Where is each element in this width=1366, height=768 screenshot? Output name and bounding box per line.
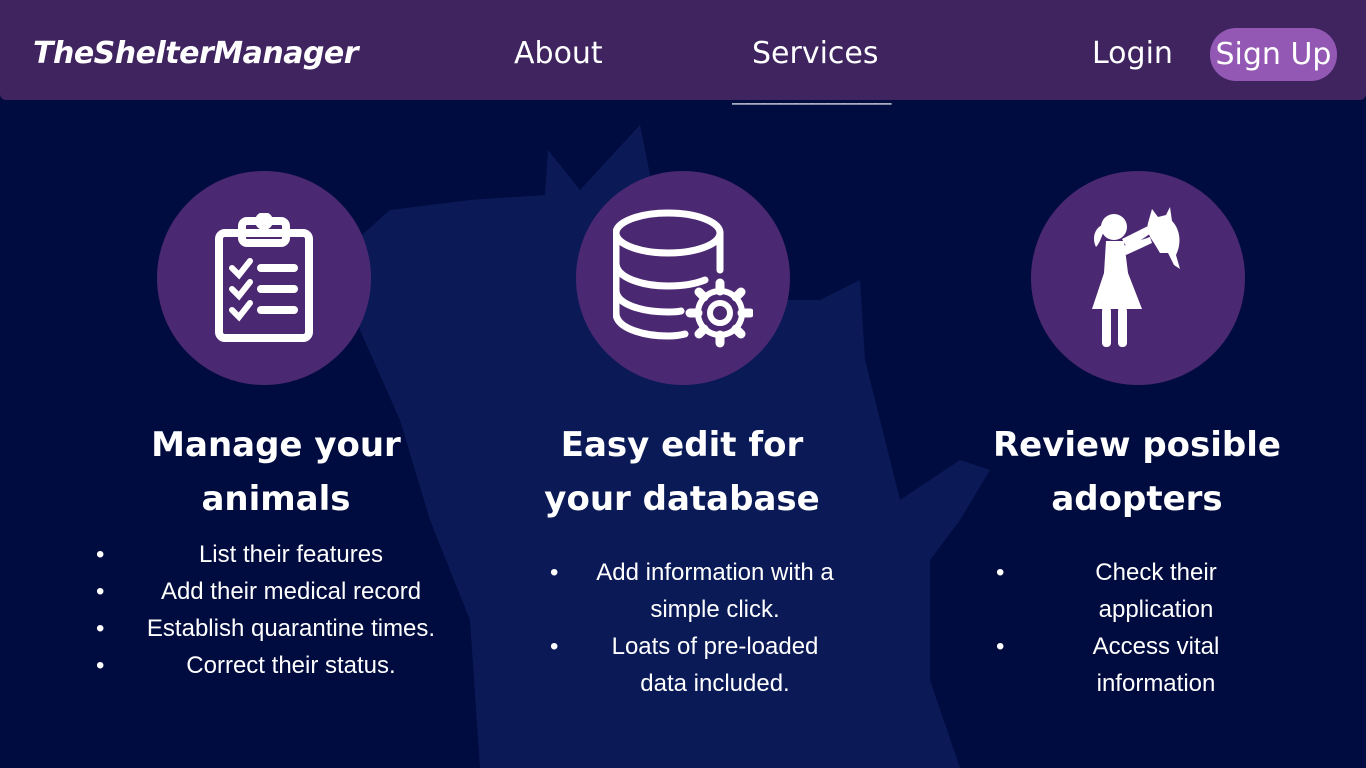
- feature-bullet-list: List their features Add their medical re…: [96, 536, 456, 684]
- list-item: Loats of pre-loaded data included.: [550, 628, 850, 702]
- nav-about-link[interactable]: About: [514, 36, 603, 71]
- feature-title-line1: Manage your: [151, 425, 401, 465]
- signup-button[interactable]: Sign Up: [1210, 28, 1337, 81]
- list-item: Establish quarantine times.: [96, 610, 456, 647]
- feature-title: Manage your animals: [126, 418, 426, 526]
- feature-title-line2: your database: [544, 479, 820, 519]
- feature-icon-circle: [576, 171, 790, 385]
- list-item: Access vital information: [996, 628, 1246, 702]
- list-item: Check their application: [996, 554, 1246, 628]
- person-lifting-cat-icon: [1092, 207, 1180, 347]
- list-item: Add their medical record: [96, 573, 456, 610]
- feature-title: Review posible adopters: [987, 418, 1287, 526]
- list-item: Correct their status.: [96, 647, 456, 684]
- feature-icon-circle: [157, 171, 371, 385]
- feature-title-line2: adopters: [1051, 479, 1223, 519]
- feature-icon-circle: [1031, 171, 1245, 385]
- list-item: List their features: [96, 536, 456, 573]
- feature-bullet-list: Check their application Access vital inf…: [996, 554, 1246, 702]
- nav-services-link[interactable]: Services: [752, 36, 879, 71]
- feature-title-line1: Easy edit for: [560, 425, 804, 465]
- brand-logo[interactable]: TheShelterManager: [33, 36, 359, 71]
- feature-title-line1: Review posible: [992, 425, 1281, 465]
- nav-login-link[interactable]: Login: [1092, 36, 1173, 71]
- list-item: Add information with a simple click.: [550, 554, 850, 628]
- clipboard-checklist-icon: [215, 213, 313, 342]
- database-gear-icon: [613, 209, 753, 348]
- top-navbar: TheShelterManager About Services Login S…: [0, 0, 1366, 100]
- feature-bullet-list: Add information with a simple click. Loa…: [550, 554, 850, 702]
- feature-title: Easy edit for your database: [532, 418, 832, 526]
- services-active-underline: __________: [732, 72, 892, 105]
- feature-title-line2: animals: [201, 479, 351, 519]
